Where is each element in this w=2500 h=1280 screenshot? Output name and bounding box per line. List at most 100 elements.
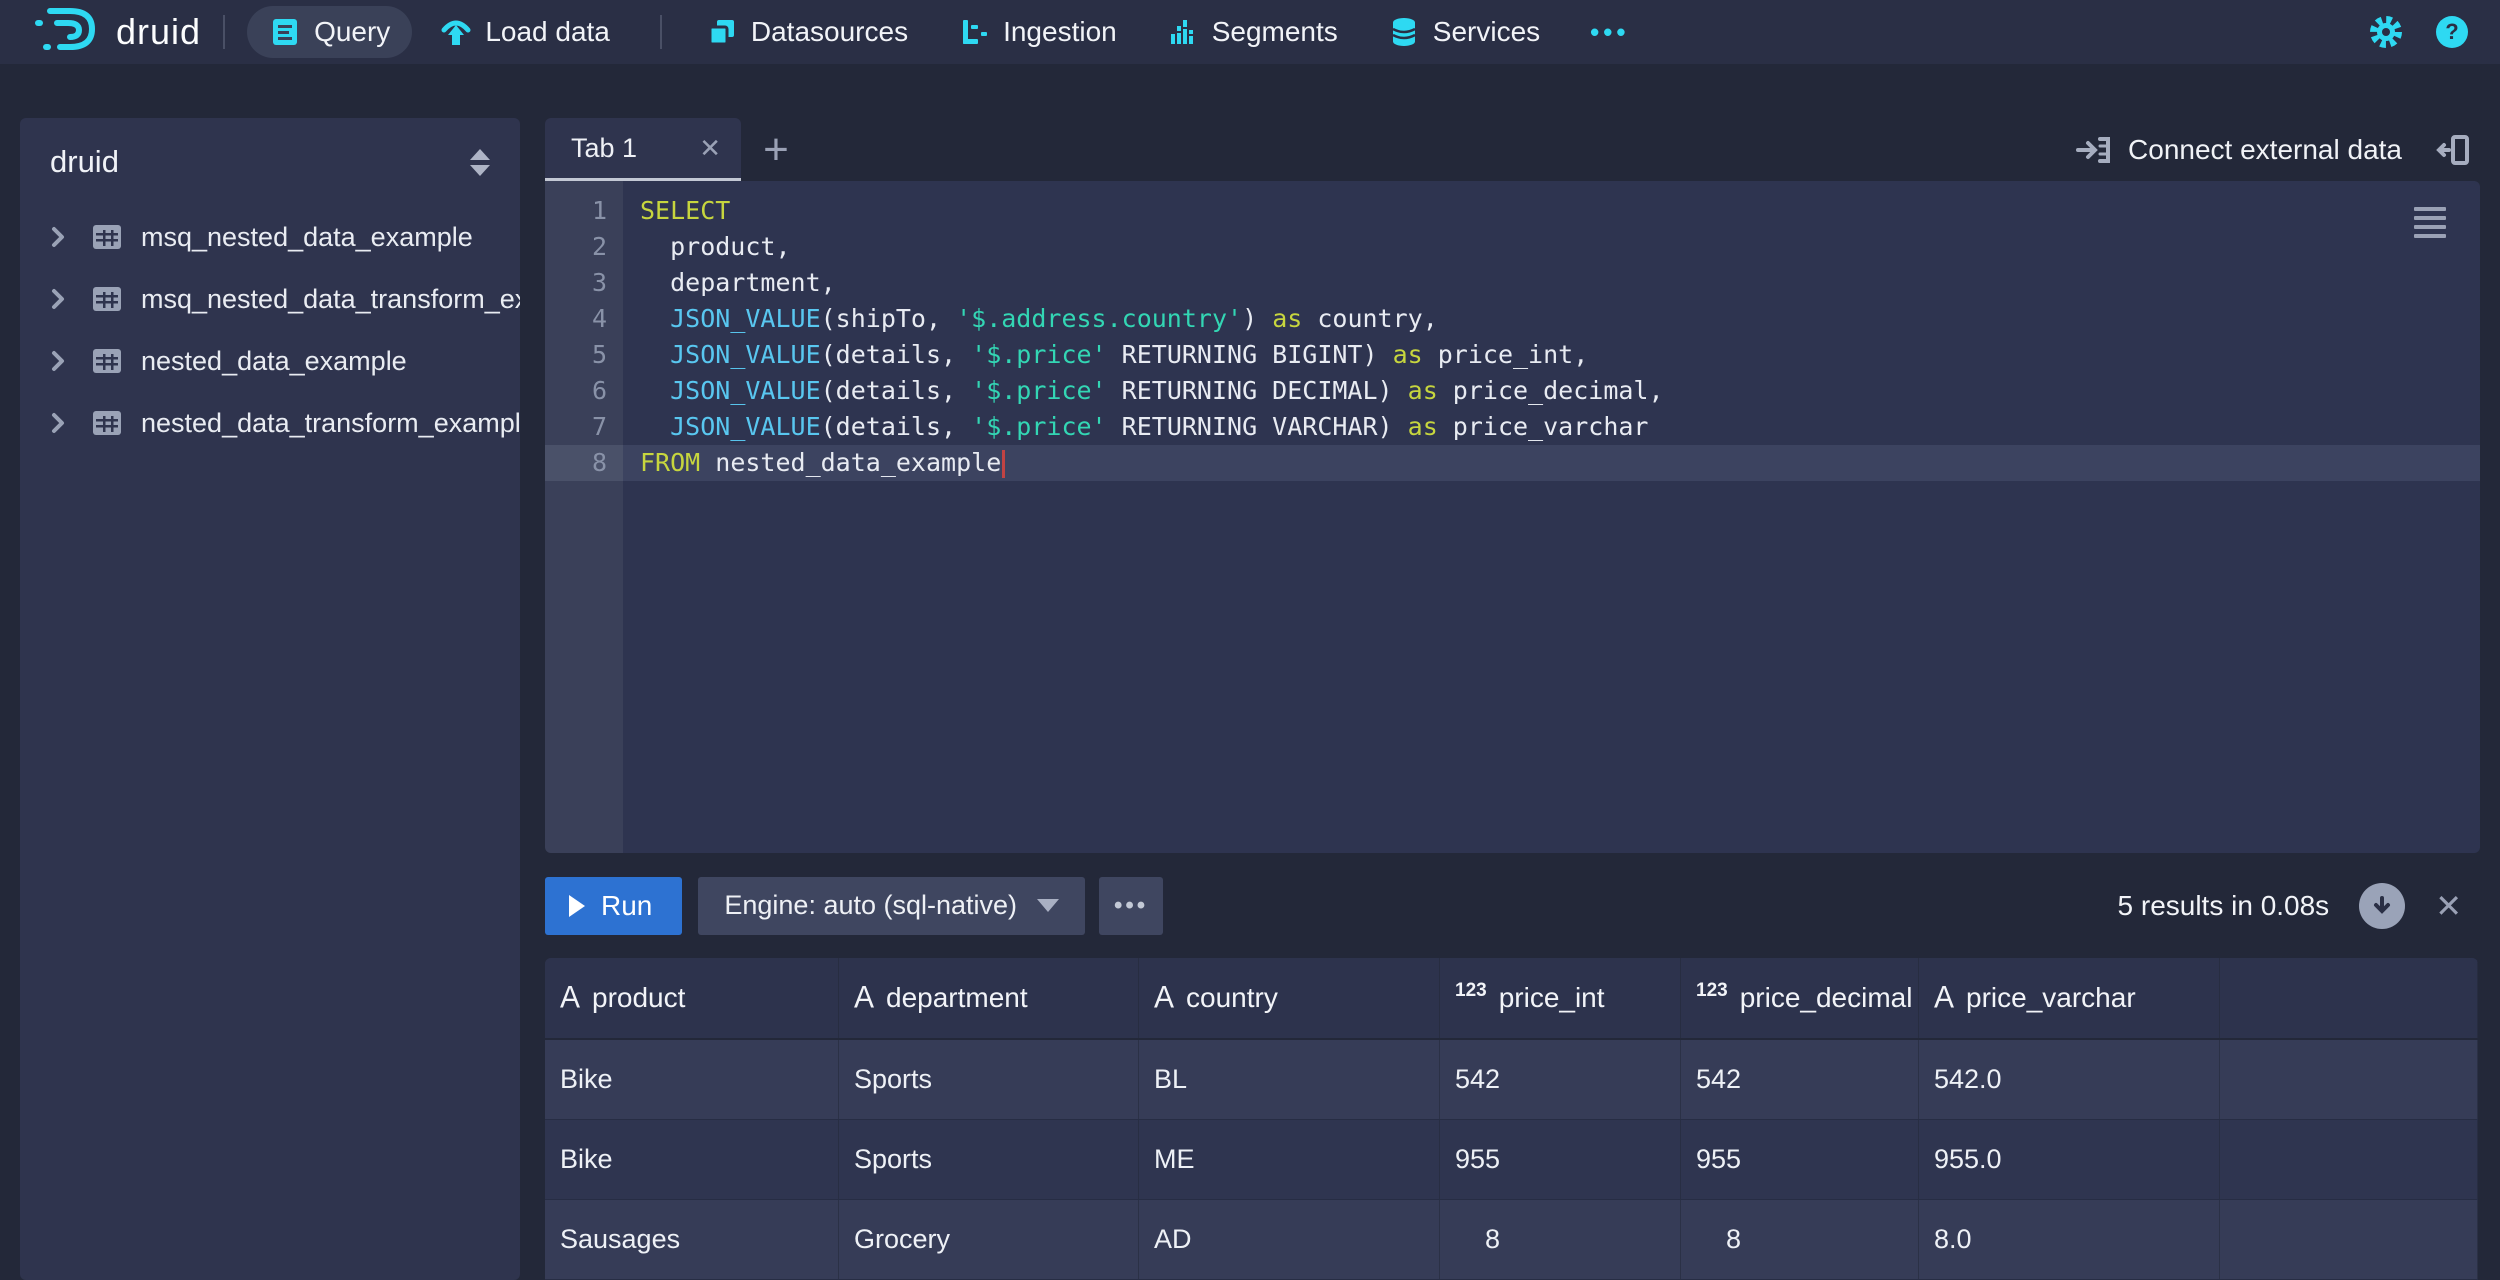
run-label: Run <box>601 890 652 922</box>
cell-product[interactable]: Bike <box>545 1120 839 1199</box>
cell-product[interactable]: Bike <box>545 1040 839 1119</box>
sidebar-item-msq-nested-data-example[interactable]: msq_nested_data_example <box>20 206 520 268</box>
code-line-6[interactable]: 6 JSON_VALUE(details, '$.price' RETURNIN… <box>545 373 2480 409</box>
column-header-department[interactable]: Adepartment <box>839 958 1139 1038</box>
connect-external-label: Connect external data <box>2128 134 2402 166</box>
segments-bars-icon <box>1167 16 1199 48</box>
druid-logo[interactable]: druid <box>30 3 201 62</box>
nav-item-label: Load data <box>485 16 610 48</box>
nav-item-label: Services <box>1433 16 1540 48</box>
help-icon[interactable]: ? <box>2434 14 2470 50</box>
cell-country[interactable]: ME <box>1139 1120 1440 1199</box>
cell-price_varchar[interactable]: 955.0 <box>1919 1120 2220 1199</box>
code-line-3[interactable]: 3 department, <box>545 265 2480 301</box>
cell-price_decimal[interactable]: 542 <box>1681 1040 1919 1119</box>
cell-price_decimal[interactable]: 8 <box>1681 1200 1919 1279</box>
cell-product[interactable]: Sausages <box>545 1200 839 1279</box>
cell-department[interactable]: Sports <box>839 1040 1139 1119</box>
cell-empty <box>2220 1200 2478 1279</box>
column-header-empty <box>2220 958 2478 1038</box>
string-type-icon: A <box>854 980 874 1016</box>
string-type-icon: A <box>560 980 580 1016</box>
nav-item-label: Segments <box>1212 16 1338 48</box>
chevron-right-icon[interactable] <box>46 287 70 311</box>
query-tab-bar: Tab 1 ✕ + Connect external data <box>545 118 2480 181</box>
code-line-5[interactable]: 5 JSON_VALUE(details, '$.price' RETURNIN… <box>545 337 2480 373</box>
text-cursor <box>1002 450 1005 478</box>
ingestion-icon <box>958 16 990 48</box>
table-icon <box>90 220 124 254</box>
services-database-icon <box>1388 16 1420 48</box>
cell-price_int[interactable]: 542 <box>1440 1040 1681 1119</box>
table-name: msq_nested_data_transform_ex <box>141 284 520 315</box>
sql-editor[interactable]: 1SELECT2 product,3 department,4 JSON_VAL… <box>545 181 2480 853</box>
connect-external-data-button[interactable]: Connect external data <box>2074 131 2402 169</box>
cell-department[interactable]: Grocery <box>839 1200 1139 1279</box>
run-bar: Run Engine: auto (sql-native) ••• 5 resu… <box>545 853 2480 958</box>
close-results-icon[interactable]: ✕ <box>2435 887 2462 925</box>
sidebar-header: druid <box>20 118 520 198</box>
run-button[interactable]: Run <box>545 877 682 935</box>
code-line-8[interactable]: 8FROM nested_data_example <box>545 445 2480 481</box>
nav-item-segments[interactable]: Segments <box>1145 6 1360 58</box>
nav-item-load-data[interactable]: Load data <box>418 6 632 58</box>
cell-empty <box>2220 1040 2478 1119</box>
tab-close-icon[interactable]: ✕ <box>699 133 721 164</box>
load-data-upload-icon <box>440 16 472 48</box>
table-name: msq_nested_data_example <box>141 222 473 253</box>
cell-price_decimal[interactable]: 955 <box>1681 1120 1919 1199</box>
cell-price_varchar[interactable]: 8.0 <box>1919 1200 2220 1279</box>
nav-items: Query Load data Datasources Ingestion Segmen… <box>247 0 1657 64</box>
column-header-price-int[interactable]: 123price_int <box>1440 958 1681 1038</box>
query-more-button[interactable]: ••• <box>1099 877 1163 935</box>
cell-price_int[interactable]: 955 <box>1440 1120 1681 1199</box>
chevron-right-icon[interactable] <box>46 411 70 435</box>
chevron-right-icon[interactable] <box>46 349 70 373</box>
nav-item-datasources[interactable]: Datasources <box>684 6 930 58</box>
line-number: 1 <box>545 193 623 229</box>
column-label: price_varchar <box>1966 982 2136 1014</box>
cell-price_varchar[interactable]: 542.0 <box>1919 1040 2220 1119</box>
sidebar-item-nested-data-example[interactable]: nested_data_example <box>20 330 520 392</box>
code-line-2[interactable]: 2 product, <box>545 229 2480 265</box>
nav-item-query[interactable]: Query <box>247 6 412 58</box>
column-label: department <box>886 982 1028 1014</box>
string-type-icon: A <box>1154 980 1174 1016</box>
code-line-4[interactable]: 4 JSON_VALUE(shipTo, '$.address.country'… <box>545 301 2480 337</box>
nav-item-label: Query <box>314 16 390 48</box>
table-list: msq_nested_data_example msq_nested_data_t… <box>20 206 520 454</box>
nav-item-services[interactable]: Services <box>1366 6 1562 58</box>
nav-item-more[interactable]: ••• <box>1568 7 1651 58</box>
editor-menu-icon[interactable] <box>2414 207 2446 238</box>
column-header-country[interactable]: Acountry <box>1139 958 1440 1038</box>
column-header-price-varchar[interactable]: Aprice_varchar <box>1919 958 2220 1038</box>
nav-item-label: Datasources <box>751 16 908 48</box>
settings-gear-icon[interactable] <box>2368 14 2404 50</box>
engine-label: Engine: auto (sql-native) <box>724 890 1017 921</box>
code-text: product, <box>623 229 791 265</box>
download-icon[interactable] <box>2359 883 2405 929</box>
cell-price_int[interactable]: 8 <box>1440 1200 1681 1279</box>
collapse-panel-icon[interactable] <box>2436 131 2474 169</box>
add-tab-button[interactable]: + <box>741 118 811 181</box>
sort-double-caret-icon[interactable] <box>470 149 490 176</box>
cell-country[interactable]: BL <box>1139 1040 1440 1119</box>
column-header-price-decimal[interactable]: 123price_decimal <box>1681 958 1919 1038</box>
column-header-product[interactable]: Aproduct <box>545 958 839 1038</box>
sidebar-item-msq-nested-data-transform-ex[interactable]: msq_nested_data_transform_ex <box>20 268 520 330</box>
line-number: 8 <box>545 445 623 481</box>
nav-item-ingestion[interactable]: Ingestion <box>936 6 1139 58</box>
chevron-right-icon[interactable] <box>46 225 70 249</box>
logo-text: druid <box>116 11 201 53</box>
engine-select[interactable]: Engine: auto (sql-native) <box>698 877 1085 935</box>
tab-tab1[interactable]: Tab 1 ✕ <box>545 118 741 181</box>
nav-right-icons: ? <box>2368 14 2470 50</box>
code-line-1[interactable]: 1SELECT <box>545 193 2480 229</box>
sidebar-item-nested-data-transform-exampl[interactable]: nested_data_transform_exampl <box>20 392 520 454</box>
code-text: JSON_VALUE(details, '$.price' RETURNING … <box>623 409 1648 445</box>
table-name: nested_data_transform_exampl <box>141 408 520 439</box>
column-label: product <box>592 982 685 1014</box>
cell-country[interactable]: AD <box>1139 1200 1440 1279</box>
cell-department[interactable]: Sports <box>839 1120 1139 1199</box>
code-line-7[interactable]: 7 JSON_VALUE(details, '$.price' RETURNIN… <box>545 409 2480 445</box>
